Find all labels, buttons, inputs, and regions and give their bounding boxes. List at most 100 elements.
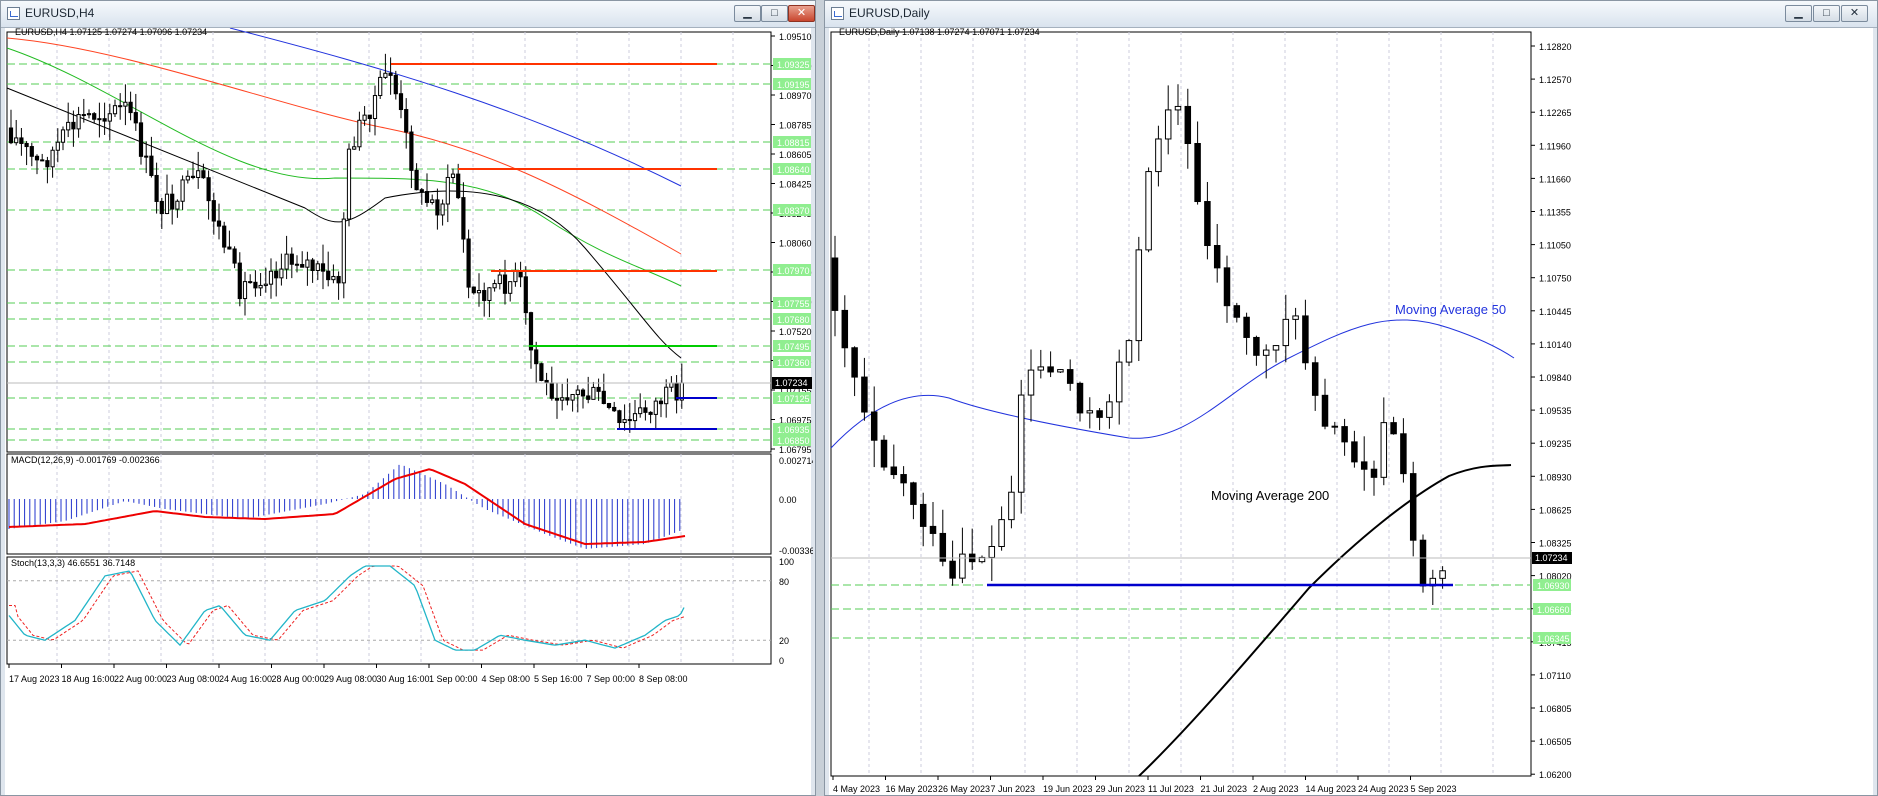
bearish-candle xyxy=(29,146,34,157)
bullish-candle xyxy=(362,114,367,121)
bullish-candle xyxy=(86,113,92,116)
bearish-candle xyxy=(1419,539,1427,587)
date-tick-label: 11 Jul 2023 xyxy=(1148,784,1194,794)
bullish-candle xyxy=(560,397,565,401)
bullish-candle xyxy=(242,281,248,300)
bullish-candle xyxy=(664,386,669,405)
bullish-candle xyxy=(492,283,497,289)
bearish-candle xyxy=(1096,410,1103,418)
h4-title-bar[interactable]: EURUSD,H4 ▁ □ ✕ xyxy=(1,1,815,28)
bearish-candle xyxy=(19,137,24,144)
date-tick-label: 7 Sep 00:00 xyxy=(587,674,636,684)
bearish-candle xyxy=(601,390,606,405)
bearish-candle xyxy=(128,101,133,114)
ma200-annotation: Moving Average 200 xyxy=(1211,488,1329,503)
bearish-candle xyxy=(398,93,404,111)
close-button[interactable]: ✕ xyxy=(788,5,815,22)
bullish-candle xyxy=(497,274,502,285)
chart-window-icon xyxy=(7,7,20,20)
price-tick-label: 1.09510 xyxy=(779,32,812,42)
daily-chart-area[interactable]: 1.12820 1.12570 1.12265 1.11960 1.11660 1.113… xyxy=(829,28,1873,795)
bullish-candle xyxy=(445,176,450,205)
h4-chart-area[interactable]: 1.095101.091501.089701.087851.086051.084… xyxy=(5,28,813,796)
price-tick-label: 1.08425 xyxy=(779,180,812,190)
bullish-candle xyxy=(352,146,357,150)
bearish-candle xyxy=(133,112,138,124)
bearish-candle xyxy=(643,407,648,413)
bullish-candle xyxy=(14,137,19,144)
bearish-candle xyxy=(648,411,653,415)
bearish-candle xyxy=(253,281,258,289)
bearish-candle xyxy=(831,257,839,311)
bearish-candle xyxy=(870,411,878,441)
bullish-candle xyxy=(988,546,996,558)
bearish-candle xyxy=(24,142,29,148)
bullish-candle xyxy=(508,281,513,294)
level-label: 1.06930 xyxy=(1537,581,1570,591)
current-price-label: 1.07234 xyxy=(775,378,808,388)
maximize-button[interactable]: □ xyxy=(761,5,788,22)
date-tick-label: 14 Aug 2023 xyxy=(1306,784,1357,794)
bearish-candle xyxy=(1047,366,1054,373)
bearish-candle xyxy=(310,259,315,271)
bearish-candle xyxy=(949,560,956,579)
bullish-candle xyxy=(1272,345,1280,351)
date-tick-label: 16 May 2023 xyxy=(886,784,938,794)
bearish-candle xyxy=(435,199,440,216)
bullish-candle xyxy=(1292,315,1299,320)
bearish-candle xyxy=(539,363,544,381)
chart-header-text: EURUSD,H4 1.07125 1.07274 1.07096 1.0723… xyxy=(15,28,207,37)
price-tick-label: 1.11050 xyxy=(1539,241,1571,251)
bearish-candle xyxy=(8,127,14,144)
daily-title-bar[interactable]: EURUSD,Daily ▁ □ ✕ xyxy=(825,1,1877,28)
bearish-candle xyxy=(1243,316,1250,338)
bullish-candle xyxy=(50,149,55,168)
price-tick-label: 1.10140 xyxy=(1539,340,1572,350)
stoch-tick-label: 100 xyxy=(779,557,794,567)
bearish-candle xyxy=(40,159,45,162)
price-tick-label: 1.12265 xyxy=(1539,108,1572,118)
bullish-candle xyxy=(430,199,435,203)
bullish-candle xyxy=(632,413,638,422)
bearish-candle xyxy=(170,193,175,210)
stoch-title: Stoch(13,3,3) 46.6551 36.7148 xyxy=(11,558,135,568)
bearish-candle xyxy=(118,105,123,108)
bearish-candle xyxy=(138,122,144,157)
bearish-candle xyxy=(190,175,196,179)
bullish-candle xyxy=(76,114,81,130)
close-button[interactable]: ✕ xyxy=(1841,5,1868,22)
bearish-candle xyxy=(409,131,414,171)
bearish-candle xyxy=(1360,461,1368,470)
bullish-candle xyxy=(180,179,185,202)
date-tick-label: 28 Aug 00:00 xyxy=(272,674,325,684)
bullish-candle xyxy=(185,175,190,181)
bearish-candle xyxy=(549,382,554,399)
h4-window-title: EURUSD,H4 xyxy=(25,6,95,20)
bullish-candle xyxy=(1008,491,1015,521)
bullish-candle xyxy=(1380,422,1388,478)
bearish-candle xyxy=(1213,245,1221,269)
bearish-candle xyxy=(1076,382,1084,414)
price-tick-label: 1.08060 xyxy=(779,239,812,249)
minimize-button[interactable]: ▁ xyxy=(1785,5,1812,22)
h4-chart-canvas[interactable]: 1.095101.091501.089701.087851.086051.084… xyxy=(5,28,813,796)
bearish-candle xyxy=(154,174,159,202)
daily-chart-window[interactable]: EURUSD,Daily ▁ □ ✕ 1.12820 1.12570 1.12265… xyxy=(824,0,1878,796)
date-tick-label: 7 Jun 2023 xyxy=(991,784,1036,794)
date-tick-label: 24 Aug 2023 xyxy=(1358,784,1409,794)
maximize-button[interactable]: □ xyxy=(1813,5,1840,22)
bearish-candle xyxy=(596,386,601,392)
h4-chart-window[interactable]: EURUSD,H4 ▁ □ ✕ 1.095101.091501.089701.0… xyxy=(0,0,816,796)
bearish-candle xyxy=(617,410,622,424)
chart-window-icon xyxy=(831,7,844,20)
daily-chart-canvas[interactable]: 1.12820 1.12570 1.12265 1.11960 1.11660 1.113… xyxy=(829,28,1875,796)
level-label: 1.08370 xyxy=(777,206,810,216)
bearish-candle xyxy=(565,397,570,401)
bullish-candle xyxy=(164,193,170,215)
date-tick-label: 2 Aug 2023 xyxy=(1253,784,1299,794)
bearish-candle xyxy=(1233,305,1241,318)
level-label: 1.06345 xyxy=(1537,634,1570,644)
bearish-candle xyxy=(1204,201,1211,247)
bearish-candle xyxy=(232,248,237,264)
minimize-button[interactable]: ▁ xyxy=(734,5,761,22)
